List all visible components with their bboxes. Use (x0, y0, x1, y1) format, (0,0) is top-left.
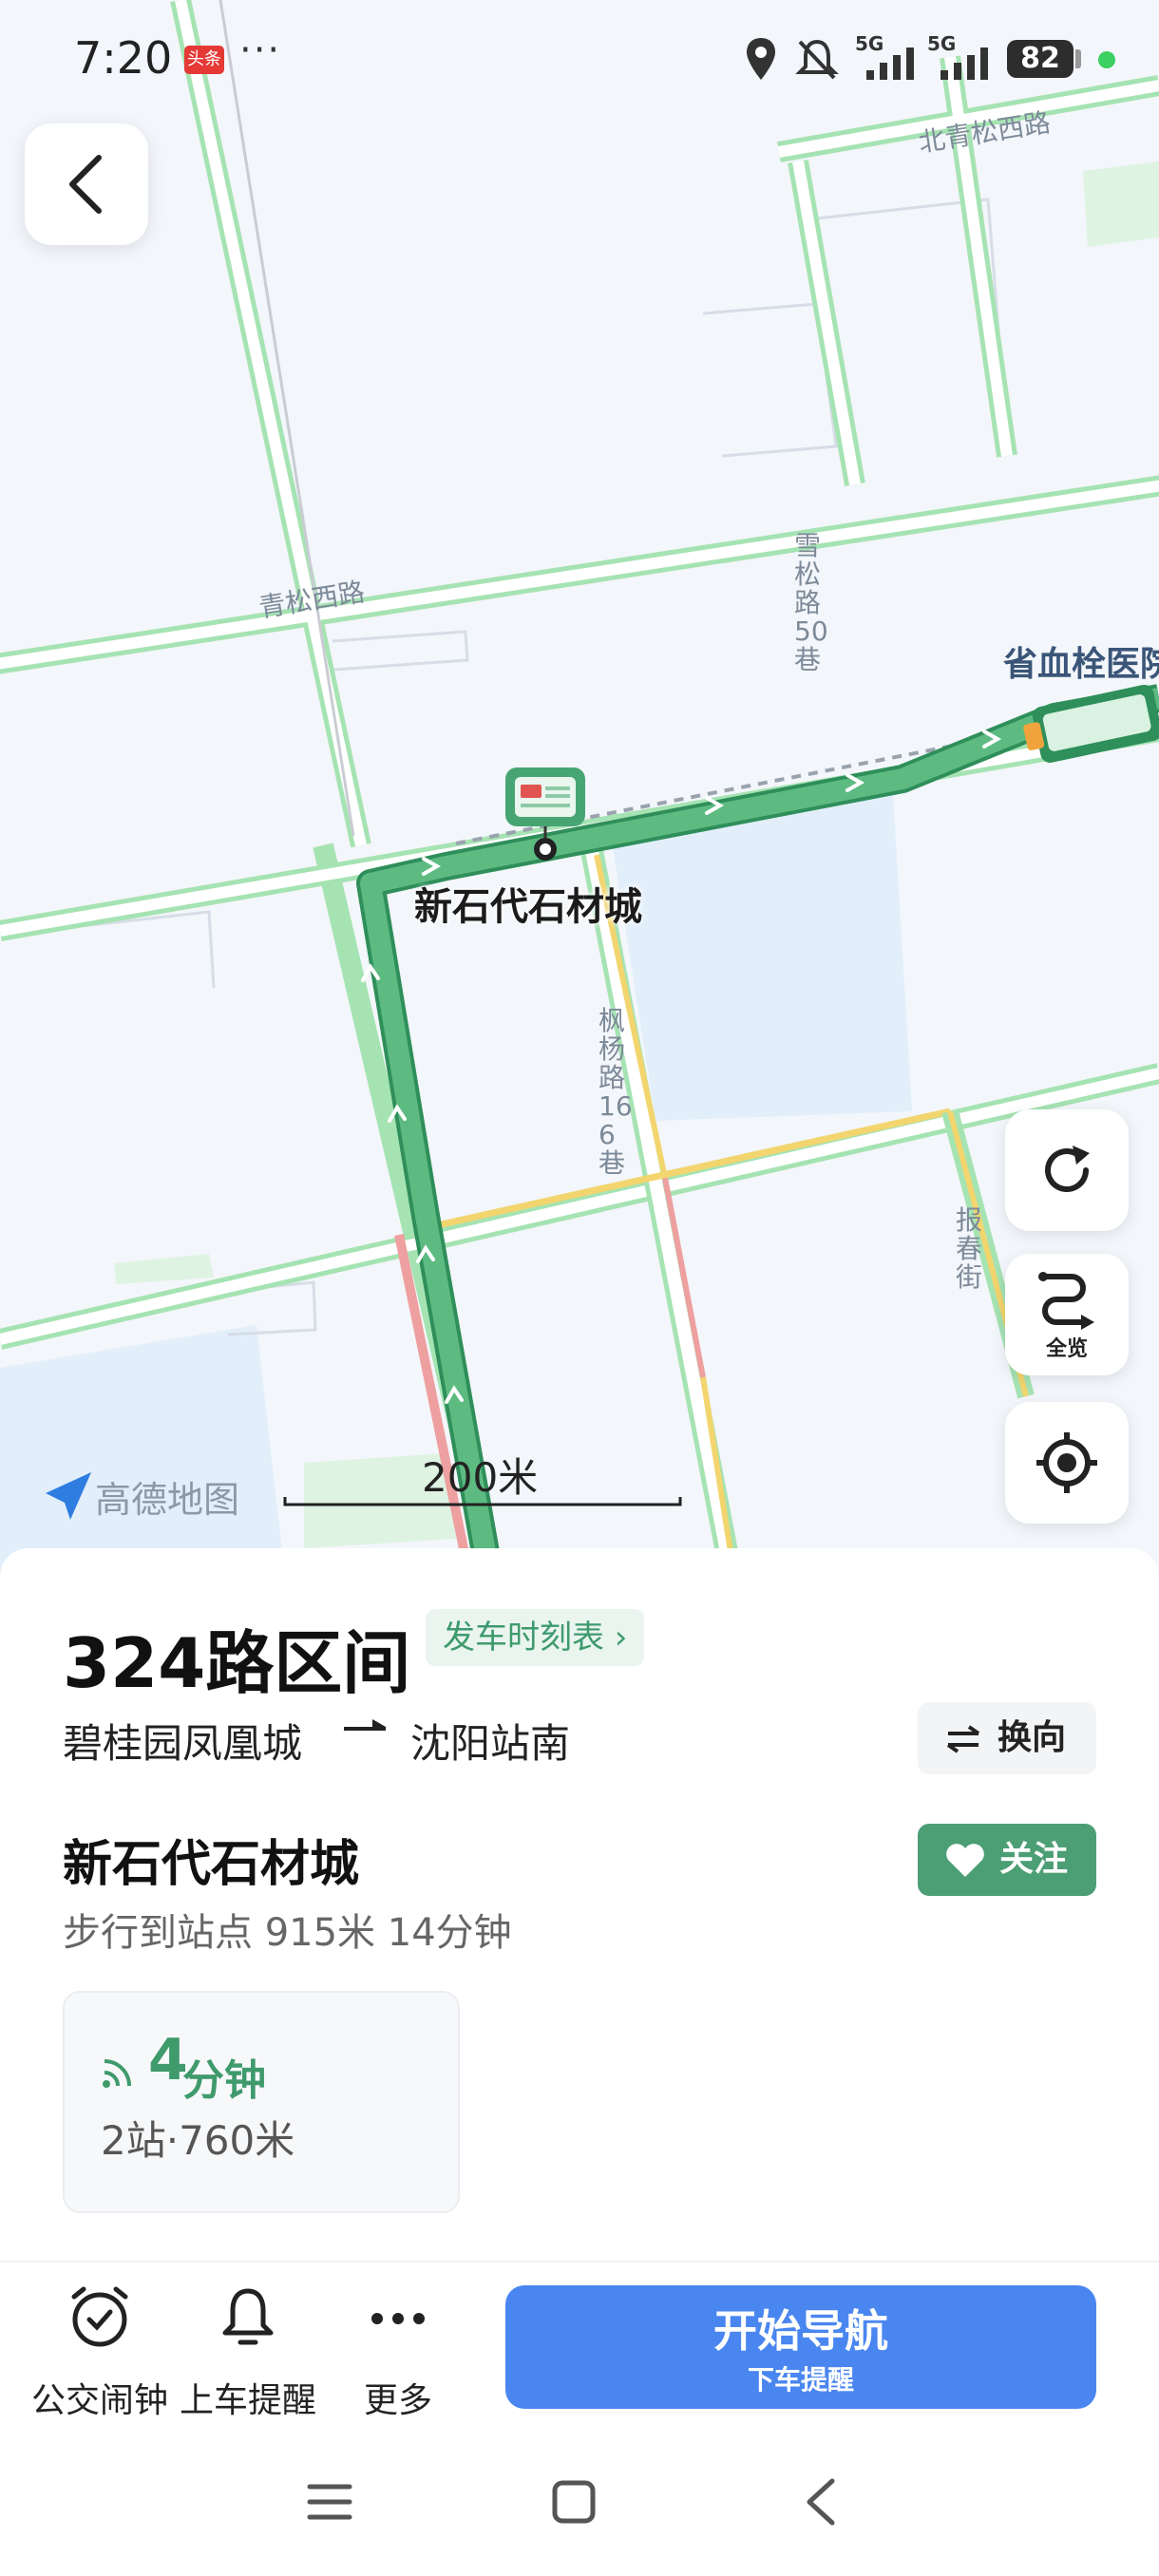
chevron-left-icon (69, 155, 102, 214)
route-info-panel: 324路区间 发车时刻表 › 碧桂园凤凰城 沈阳站南 换向 新石代石材城 关注 … (0, 1548, 1159, 2261)
stop-label[interactable]: 新石代石材城 (414, 876, 642, 931)
home-icon[interactable] (551, 2479, 597, 2525)
walk-info: 步行到站点 915米 14分钟 (63, 1911, 512, 1955)
overview-button[interactable]: 全览 (1005, 1254, 1129, 1375)
road-label-fengyang: 枫杨路166巷 (598, 1005, 633, 1179)
refresh-icon (1045, 1146, 1090, 1192)
status-bar: 7:20 头条 ··· 5G 5G 82 (0, 0, 1159, 114)
locate-button[interactable] (1005, 1402, 1129, 1524)
back-nav-icon[interactable] (802, 2477, 840, 2527)
location-icon (747, 38, 775, 80)
mute-icon (795, 39, 839, 80)
road-label-xuesong: 雪松路50巷 (794, 530, 828, 675)
refresh-button[interactable] (1005, 1109, 1129, 1231)
map-canvas (0, 0, 1159, 1577)
signal-icon-1 (866, 47, 914, 80)
follow-button[interactable]: 关注 (918, 1824, 1096, 1896)
more-button[interactable]: 更多 (317, 2283, 479, 2420)
more-label: 更多 (363, 2381, 432, 2420)
action-bar: 公交闹钟 上车提醒 更多 开始导航 下车提醒 (0, 2261, 1159, 2430)
alarm-clock-icon (71, 2286, 128, 2347)
bus-alarm-label: 公交闹钟 (30, 2381, 168, 2420)
stop-name: 新石代石材城 (63, 1836, 360, 1893)
status-time: 7:20 (74, 32, 173, 84)
locate-icon (1036, 1432, 1097, 1493)
signal-icon-2 (940, 47, 988, 80)
direction-to: 沈阳站南 (410, 1720, 571, 1767)
news-badge: 头条 (184, 46, 224, 74)
route-name: 324路区间 (63, 1623, 411, 1703)
switch-direction-label: 换向 (998, 1718, 1067, 1757)
boarding-reminder-label: 上车提醒 (179, 2381, 316, 2420)
eta-card[interactable]: 4 分钟 2站·760米 (63, 1991, 460, 2213)
poi-label-hospital[interactable]: 省血栓医院 (1003, 636, 1159, 686)
bell-icon (222, 2288, 274, 2345)
realtime-signal-icon (103, 2059, 131, 2088)
battery-level: 82 (1007, 40, 1074, 78)
scale-label: 200米 (422, 1454, 539, 1501)
alight-reminder-label: 下车提醒 (747, 2364, 854, 2396)
back-button[interactable] (25, 123, 148, 245)
overview-label: 全览 (1045, 1337, 1088, 1361)
more-dots-icon (371, 2313, 425, 2324)
follow-label: 关注 (999, 1840, 1069, 1879)
eta-detail: 2站·760米 (101, 2117, 295, 2164)
privacy-indicator (1098, 51, 1115, 68)
status-more-icon: ··· (239, 28, 282, 72)
map-view[interactable]: 北青松西路 青松西路 雪松路50巷 枫杨路166巷 报春街 省血栓医院 新石代石… (0, 0, 1159, 1577)
recent-apps-icon[interactable] (306, 2481, 353, 2523)
bus-alarm-button[interactable]: 公交闹钟 (19, 2283, 180, 2420)
direction-arrow-icon (344, 1719, 386, 1731)
eta-unit: 分钟 (182, 2056, 266, 2105)
battery-icon (1075, 49, 1081, 68)
start-navigation-button[interactable]: 开始导航 下车提醒 (505, 2285, 1096, 2409)
boarding-reminder-button[interactable]: 上车提醒 (167, 2283, 329, 2420)
route-overview-icon (1038, 1272, 1094, 1330)
heart-icon (946, 1844, 984, 1877)
system-navigation-bar (0, 2428, 1159, 2576)
direction-from: 碧桂园凤凰城 (63, 1720, 303, 1767)
schedule-button[interactable]: 发车时刻表 › (426, 1609, 645, 1666)
swap-icon (946, 1725, 980, 1753)
road-label-baochun: 报春街 (956, 1204, 983, 1293)
switch-direction-button[interactable]: 换向 (918, 1702, 1096, 1774)
start-navigation-label: 开始导航 (713, 2305, 888, 2357)
brand-label: 高德地图 (95, 1479, 240, 1521)
